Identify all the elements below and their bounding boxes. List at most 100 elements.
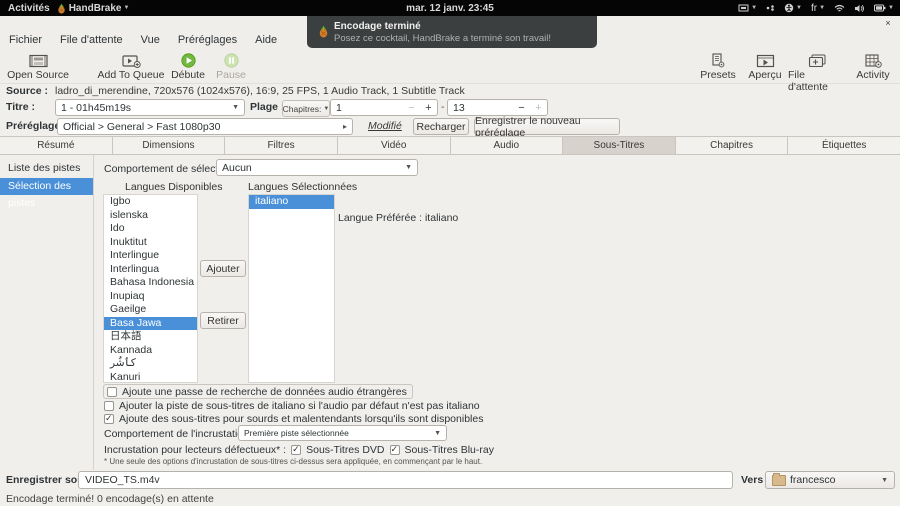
- source-label: Source :: [6, 85, 48, 97]
- play-icon: [181, 52, 196, 69]
- title-select[interactable]: 1 - 01h45m19s ▼: [55, 99, 245, 116]
- save-row: Enregistrer sous : Vers : francesco ▼: [0, 470, 900, 492]
- battery-indicator[interactable]: ▼: [874, 4, 894, 12]
- screen-cast-indicator[interactable]: ▼: [738, 4, 757, 13]
- reload-preset-button[interactable]: Recharger: [413, 118, 469, 135]
- preset-select[interactable]: Official > General > Fast 1080p30 ▸: [57, 118, 353, 135]
- notification-title: Encodage terminé: [334, 21, 421, 32]
- sdh-subtitles-checkbox[interactable]: Ajoute des sous-titres pour sourds et ma…: [104, 412, 483, 425]
- available-languages-list[interactable]: Igbo islenska Ido Inuktitut Interlingue …: [103, 194, 198, 383]
- menu-vue[interactable]: Vue: [132, 30, 169, 50]
- gnome-top-bar: Activités HandBrake ▼ mar. 12 janv. 23:4…: [0, 0, 900, 16]
- plus-button[interactable]: +: [420, 102, 437, 114]
- checkbox[interactable]: [104, 401, 114, 411]
- list-item[interactable]: islenska: [104, 209, 197, 223]
- handbrake-screen: Activités HandBrake ▼ mar. 12 janv. 23:4…: [0, 0, 900, 506]
- list-item-selected[interactable]: italiano: [249, 195, 334, 209]
- start-button[interactable]: Débute: [165, 52, 211, 81]
- orca-accessibility-indicator[interactable]: ▼: [784, 3, 802, 13]
- burn-in-behavior-select[interactable]: Première piste sélectionnée ▼: [238, 425, 447, 441]
- add-subtitle-track-checkbox[interactable]: Ajouter la piste de sous-titres de itali…: [104, 399, 480, 412]
- minus-button: −: [403, 102, 420, 114]
- minus-button[interactable]: −: [513, 102, 530, 114]
- checkbox[interactable]: [107, 387, 117, 397]
- remove-language-button[interactable]: Retirer: [200, 312, 246, 329]
- selection-behavior-select[interactable]: Aucun ▼: [216, 159, 418, 176]
- title-row: Titre : 1 - 01h45m19s ▼ Plage : Chapitre…: [0, 99, 900, 117]
- list-item[interactable]: Ido: [104, 222, 197, 236]
- open-source-button[interactable]: Open Source: [2, 52, 74, 81]
- burn-in-footnote: * Une seule des options d'incrustation d…: [104, 457, 482, 466]
- tool-label: Aperçu: [748, 69, 781, 81]
- menu-file-dattente[interactable]: File d'attente: [51, 30, 132, 50]
- dvd-subtitles-checkbox[interactable]: [291, 445, 301, 455]
- tab-video[interactable]: Vidéo: [338, 137, 451, 154]
- chevron-down-icon: ▼: [751, 5, 757, 11]
- chevron-down-icon: ▼: [323, 106, 329, 112]
- tool-label: Presets: [700, 69, 736, 81]
- list-item-selected[interactable]: Basa Jawa: [104, 317, 197, 331]
- chapter-end-spinner[interactable]: 13 − +: [447, 99, 548, 116]
- selected-languages-list[interactable]: italiano: [248, 194, 335, 383]
- sidebar-item-selection-des-pistes[interactable]: Sélection des pistes: [0, 178, 93, 195]
- folder-icon: [772, 475, 786, 486]
- list-item[interactable]: Kannada: [104, 344, 197, 358]
- tab-resume[interactable]: Résumé: [0, 137, 113, 154]
- tab-filtres[interactable]: Filtres: [225, 137, 338, 154]
- notification-toast[interactable]: Encodage terminé Posez ce cocktail, Hand…: [307, 16, 597, 48]
- tab-bar: Résumé Dimensions Filtres Vidéo Audio So…: [0, 136, 900, 155]
- chapter-start-spinner[interactable]: 1 − +: [330, 99, 438, 116]
- tab-etiquettes[interactable]: Étiquettes: [788, 137, 900, 154]
- filename-input[interactable]: [78, 471, 733, 489]
- volume-icon[interactable]: [854, 4, 865, 13]
- tool-label: Activity: [856, 69, 889, 81]
- menu-aide[interactable]: Aide: [246, 30, 286, 50]
- source-value: ladro_di_merendine, 720x576 (1024x576), …: [55, 85, 465, 97]
- chevron-down-icon: ▼: [819, 5, 825, 11]
- bluray-subtitles-checkbox[interactable]: [390, 445, 400, 455]
- list-item[interactable]: Interlingua: [104, 263, 197, 277]
- list-item[interactable]: Inupiaq: [104, 290, 197, 304]
- foreign-audio-search-checkbox[interactable]: Ajoute une passe de recherche de données…: [103, 384, 413, 399]
- range-type-select[interactable]: Chapitres: ▼: [282, 100, 330, 117]
- wifi-icon[interactable]: [834, 4, 845, 13]
- status-text: Encodage terminé! 0 encodage(s) en atten…: [6, 493, 214, 505]
- tab-chapitres[interactable]: Chapitres: [676, 137, 789, 154]
- chevron-right-icon: ▸: [343, 122, 347, 131]
- tab-dimensions[interactable]: Dimensions: [113, 137, 226, 154]
- checkbox[interactable]: [104, 414, 114, 424]
- source-row: Source : ladro_di_merendine, 720x576 (10…: [0, 85, 900, 99]
- track-selection-pane: Comportement de sélection : Aucun ▼ Lang…: [93, 154, 900, 470]
- notification-body: Posez ce cocktail, HandBrake a terminé s…: [334, 33, 551, 44]
- available-languages-header: Langues Disponibles: [125, 181, 222, 193]
- tab-sous-titres[interactable]: Sous-Titres: [563, 137, 676, 154]
- tab-audio[interactable]: Audio: [451, 137, 564, 154]
- queue-icon: [808, 52, 827, 69]
- menu-prereglages[interactable]: Préréglages: [169, 30, 246, 50]
- list-item[interactable]: كٲشُر: [104, 357, 197, 371]
- add-to-queue-button[interactable]: Add To Queue: [96, 52, 166, 81]
- menu-fichier[interactable]: Fichier: [0, 30, 51, 50]
- activity-button[interactable]: Activity: [850, 52, 896, 81]
- keyboard-layout-indicator[interactable]: fr ▼: [811, 3, 825, 14]
- destination-select[interactable]: francesco ▼: [765, 471, 895, 489]
- list-item[interactable]: Kanuri: [104, 371, 197, 384]
- presets-button[interactable]: Presets: [694, 52, 742, 81]
- save-new-preset-button[interactable]: Enregistrer le nouveau préréglage: [474, 118, 620, 135]
- add-language-button[interactable]: Ajouter: [200, 260, 246, 277]
- close-icon[interactable]: ×: [882, 17, 894, 29]
- list-item[interactable]: Inuktitut: [104, 236, 197, 250]
- list-item[interactable]: Bahasa Indonesia: [104, 276, 197, 290]
- list-item[interactable]: Gaeilge: [104, 303, 197, 317]
- sidebar-item-liste-des-pistes[interactable]: Liste des pistes: [0, 160, 93, 177]
- chevron-down-icon: ▼: [881, 477, 888, 484]
- preset-row: Préréglage : Official > General > Fast 1…: [0, 118, 900, 136]
- preview-button[interactable]: Aperçu: [744, 52, 786, 81]
- list-item[interactable]: Interlingue: [104, 249, 197, 263]
- input-source-indicator[interactable]: [766, 4, 775, 12]
- film-source-icon: [29, 52, 48, 69]
- list-item[interactable]: Igbo: [104, 195, 197, 209]
- tool-label: Add To Queue: [98, 69, 165, 81]
- handbrake-pineapple-icon: [317, 25, 330, 38]
- list-item[interactable]: 日本語: [104, 330, 197, 344]
